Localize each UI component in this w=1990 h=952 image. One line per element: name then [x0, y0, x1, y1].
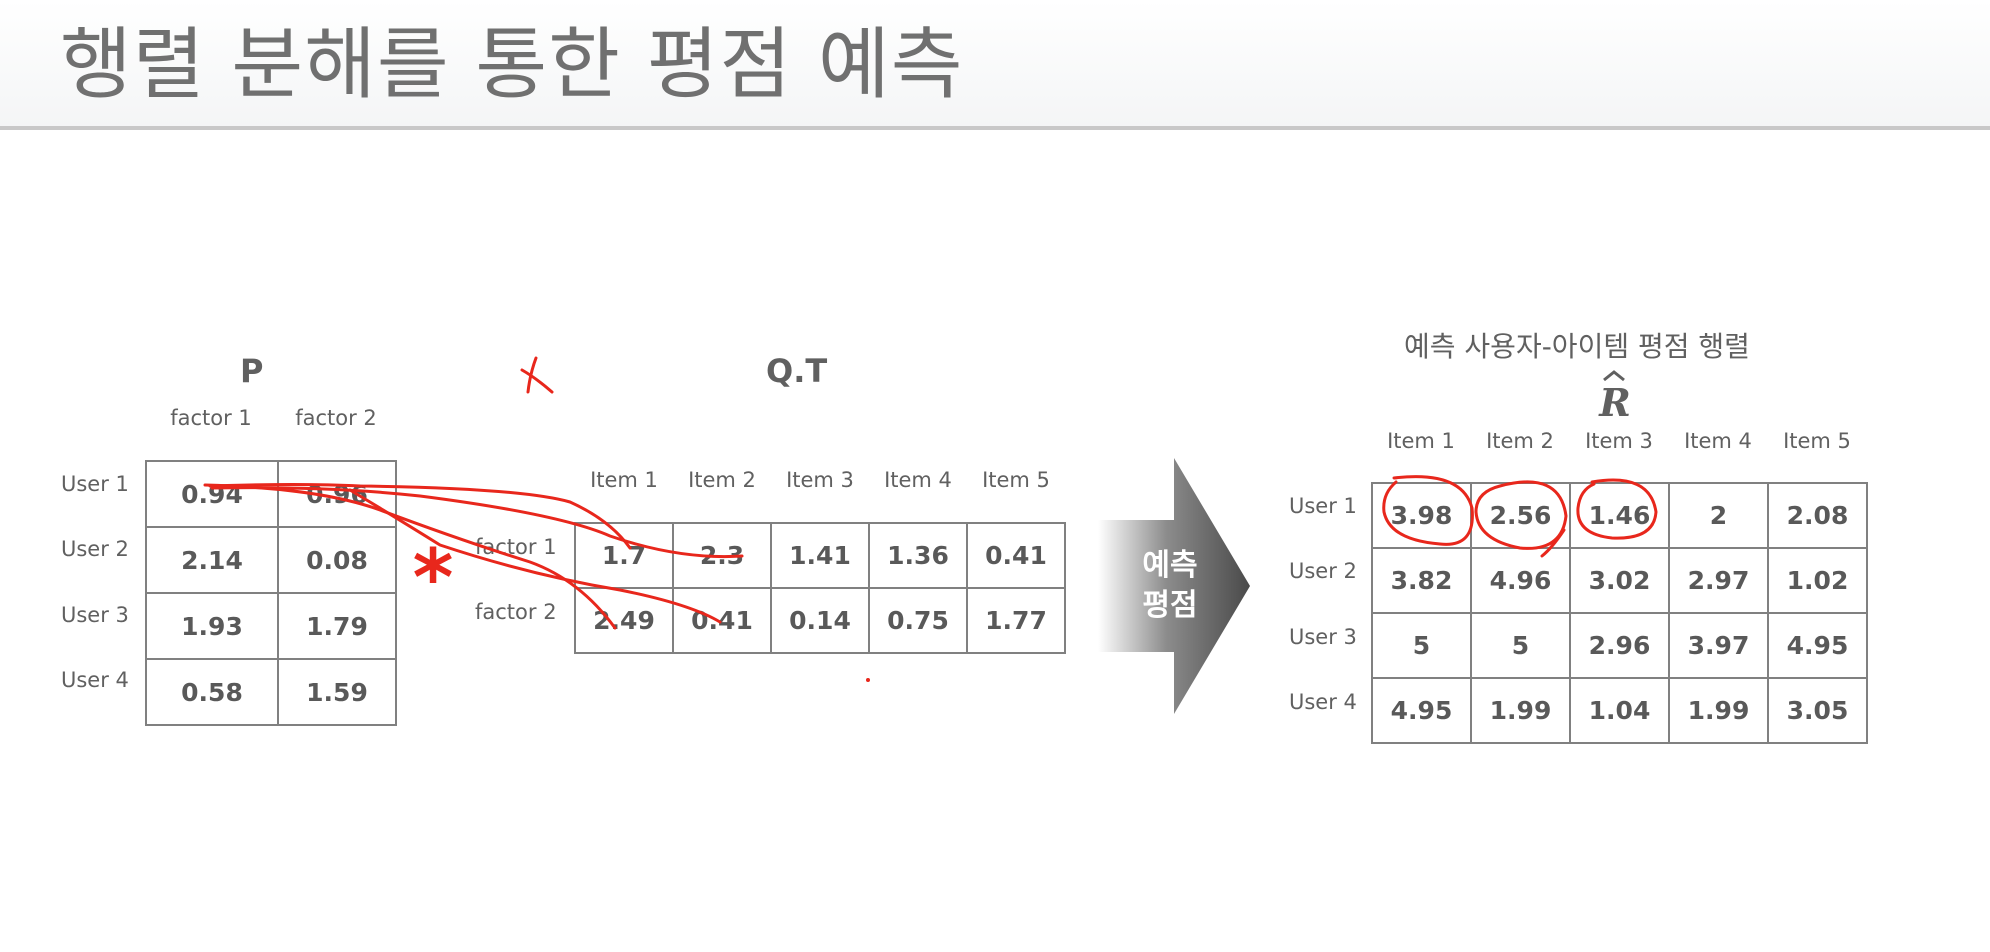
r-col-header: Item 3 — [1585, 429, 1653, 453]
r-cell: 5 — [1470, 612, 1571, 679]
qt-cell: 1.77 — [966, 587, 1066, 654]
p-cell: 1.79 — [277, 592, 397, 660]
p-matrix: 0.94 0.96 2.14 0.08 1.93 1.79 0.58 1.59 — [145, 460, 397, 726]
r-cell: 4.95 — [1767, 612, 1868, 679]
qt-cell: 1.7 — [574, 522, 674, 589]
p-col-header: factor 1 — [170, 406, 252, 430]
r-cell: 1.02 — [1767, 547, 1868, 614]
r-cell: 2.96 — [1569, 612, 1670, 679]
r-cell: 2 — [1668, 482, 1769, 549]
r-cell: 5 — [1371, 612, 1472, 679]
qt-cell: 1.36 — [868, 522, 968, 589]
r-cell: 1.99 — [1470, 677, 1571, 744]
r-cell: 3.82 — [1371, 547, 1472, 614]
r-cell: 4.96 — [1470, 547, 1571, 614]
page-title: 행렬 분해를 통한 평점 예측 — [60, 20, 964, 110]
r-cell: 3.05 — [1767, 677, 1868, 744]
qt-cell: 0.41 — [672, 587, 772, 654]
r-hat-symbol: R — [1598, 370, 1631, 420]
p-cell: 2.14 — [145, 526, 279, 594]
p-cell: 1.59 — [277, 658, 397, 726]
p-cell: 0.94 — [145, 460, 279, 528]
r-cell: 1.04 — [1569, 677, 1670, 744]
qt-matrix: 1.7 2.3 1.41 1.36 0.41 2.49 0.41 0.14 0.… — [574, 522, 1066, 654]
r-col-header: Item 1 — [1387, 429, 1455, 453]
qt-cell: 0.14 — [770, 587, 870, 654]
r-matrix-caption: 예측 사용자-아이템 평점 행렬 — [1404, 330, 1750, 363]
p-matrix-title: P — [240, 352, 264, 390]
ink-mark — [526, 356, 538, 394]
r-cell: 2.08 — [1767, 482, 1868, 549]
r-matrix: 3.98 2.56 1.46 2 2.08 3.82 4.96 3.02 2.9… — [1371, 482, 1868, 744]
r-col-header: Item 4 — [1684, 429, 1752, 453]
ink-mark — [520, 368, 554, 394]
p-row-header: User 2 — [61, 537, 129, 561]
qt-col-header: Item 3 — [786, 468, 854, 492]
arrow-label-line: 평점 — [1142, 588, 1198, 623]
r-cell: 2.56 — [1470, 482, 1571, 549]
qt-col-header: Item 5 — [982, 468, 1050, 492]
title-divider — [0, 126, 1990, 130]
p-row-header: User 4 — [61, 668, 129, 692]
p-cell: 0.96 — [277, 460, 397, 528]
hat-accent — [1603, 370, 1625, 382]
r-hat-letter: R — [1598, 380, 1631, 420]
r-row-header: User 4 — [1289, 690, 1357, 714]
qt-col-header: Item 2 — [688, 468, 756, 492]
r-cell: 3.02 — [1569, 547, 1670, 614]
r-col-header: Item 2 — [1486, 429, 1554, 453]
arrow-label: 예측 평점 — [1120, 546, 1220, 626]
qt-matrix-title: Q.T — [766, 352, 828, 390]
p-cell: 0.08 — [277, 526, 397, 594]
ink-dot — [866, 678, 870, 682]
p-row-header: User 1 — [61, 472, 129, 496]
qt-cell: 1.41 — [770, 522, 870, 589]
r-row-header: User 2 — [1289, 559, 1357, 583]
qt-row-header: factor 1 — [475, 535, 557, 559]
r-cell: 1.99 — [1668, 677, 1769, 744]
r-cell: 3.98 — [1371, 482, 1472, 549]
qt-row-header: factor 2 — [475, 600, 557, 624]
qt-cell: 0.41 — [966, 522, 1066, 589]
r-row-header: User 3 — [1289, 625, 1357, 649]
multiply-operator: * — [413, 534, 454, 624]
r-cell: 2.97 — [1668, 547, 1769, 614]
qt-cell: 2.3 — [672, 522, 772, 589]
p-cell: 1.93 — [145, 592, 279, 660]
r-cell: 4.95 — [1371, 677, 1472, 744]
p-cell: 0.58 — [145, 658, 279, 726]
qt-cell: 0.75 — [868, 587, 968, 654]
r-cell: 3.97 — [1668, 612, 1769, 679]
r-col-header: Item 5 — [1783, 429, 1851, 453]
r-cell: 1.46 — [1569, 482, 1670, 549]
p-row-header: User 3 — [61, 603, 129, 627]
arrow-label-line: 예측 — [1142, 548, 1198, 583]
qt-col-header: Item 1 — [590, 468, 658, 492]
qt-cell: 2.49 — [574, 587, 674, 654]
qt-col-header: Item 4 — [884, 468, 952, 492]
p-col-header: factor 2 — [295, 406, 377, 430]
r-row-header: User 1 — [1289, 494, 1357, 518]
